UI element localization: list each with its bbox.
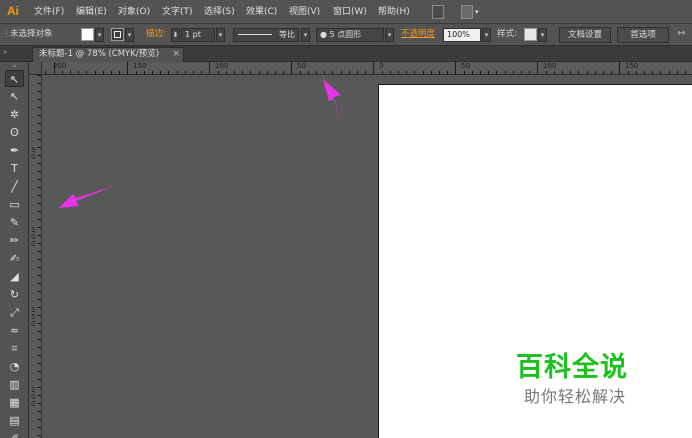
annotation-arrow-toolbar xyxy=(59,186,114,208)
annotation-arrow-ruler xyxy=(323,79,341,129)
annotation-arrows xyxy=(59,79,341,208)
